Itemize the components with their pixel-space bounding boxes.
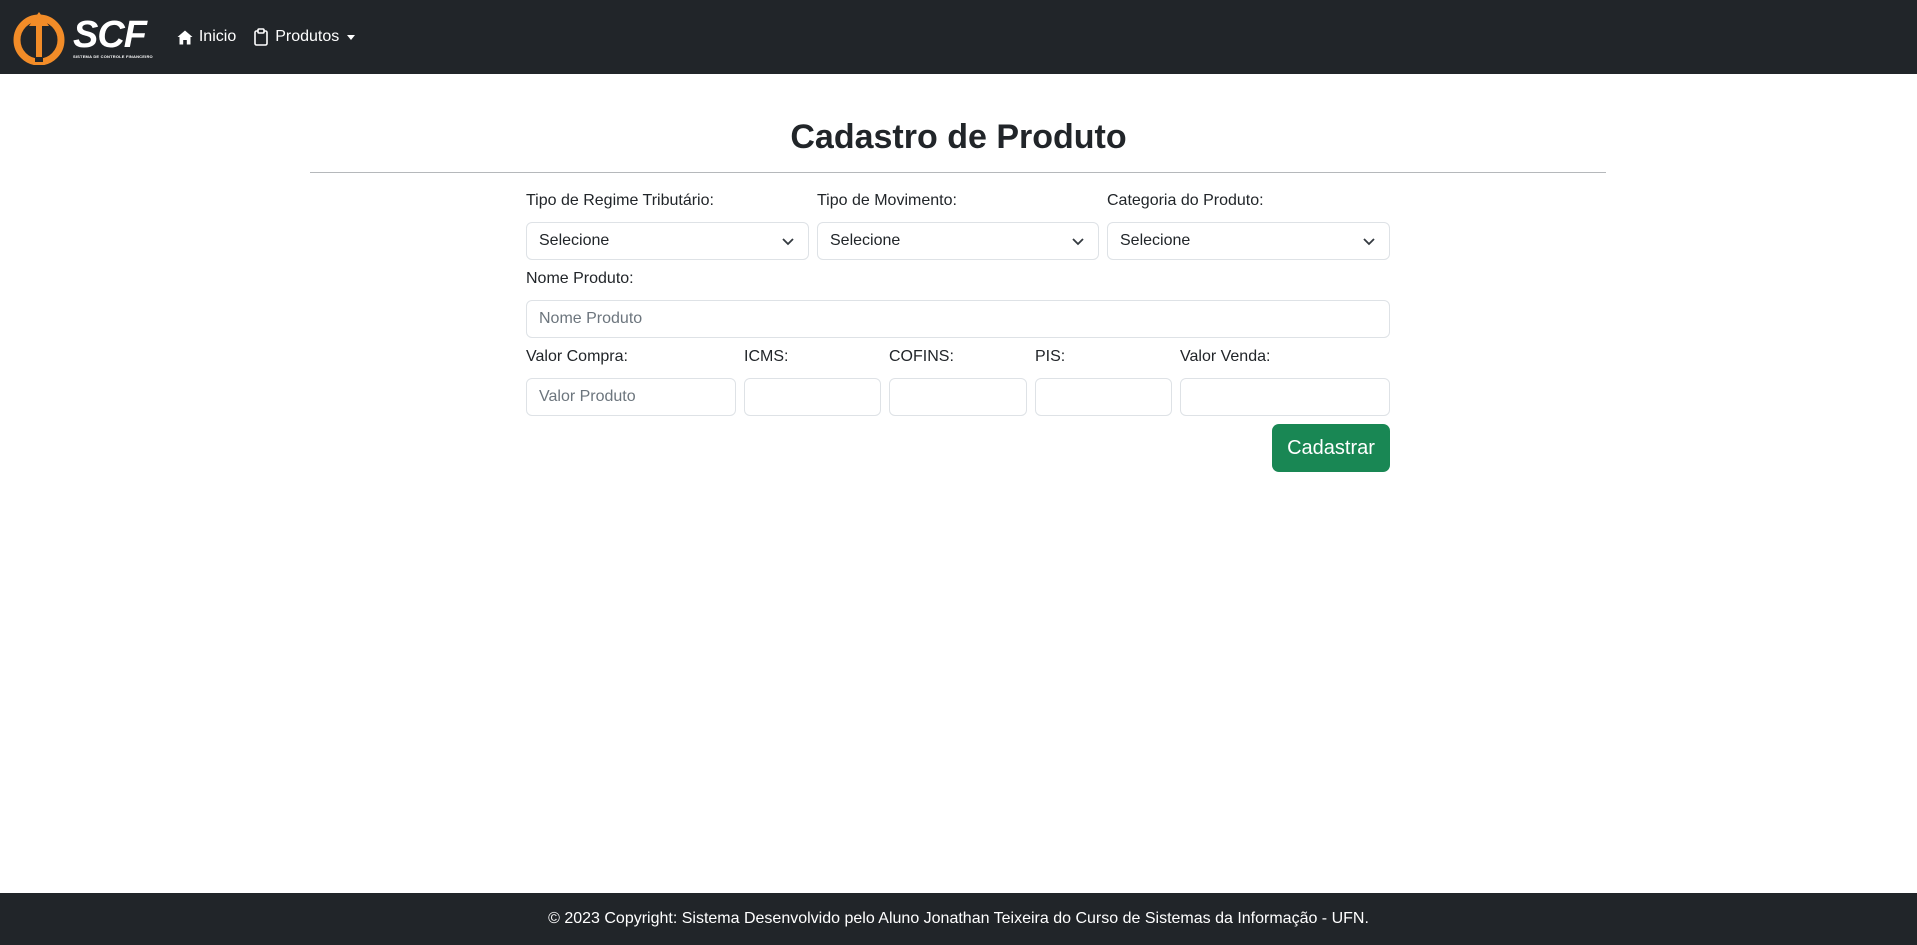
nav-home-link[interactable]: Inicio xyxy=(177,17,236,57)
brand-name: SCF xyxy=(73,13,147,56)
cofins-input[interactable] xyxy=(889,378,1027,416)
icms-label: ICMS: xyxy=(744,348,789,365)
clipboard-icon xyxy=(254,28,269,46)
title-divider xyxy=(310,172,1606,173)
caret-down-icon xyxy=(347,35,356,40)
valor-compra-input[interactable]: Valor Produto xyxy=(526,378,736,416)
regime-select[interactable]: Selecione xyxy=(526,222,809,260)
page-title: Cadastro de Produto xyxy=(790,118,1127,156)
pis-input[interactable] xyxy=(1035,378,1172,416)
brand-logo[interactable]: SCF SISTEMA DE CONTROLE FINANCEIRO xyxy=(8,9,153,65)
cofins-label: COFINS: xyxy=(889,348,954,365)
home-icon xyxy=(177,30,193,44)
categoria-select[interactable]: Selecione xyxy=(1107,222,1390,260)
movimento-select-value: Selecione xyxy=(830,232,901,249)
movimento-label: Tipo de Movimento: xyxy=(817,192,957,209)
nav-home-label: Inicio xyxy=(198,28,237,45)
cadastrar-button[interactable]: Cadastrar xyxy=(1272,424,1390,472)
nav-products-label: Produtos xyxy=(275,28,340,45)
regime-select-value: Selecione xyxy=(539,232,610,249)
chevron-down-icon xyxy=(782,238,794,246)
nome-input[interactable]: Nome Produto xyxy=(526,300,1390,338)
valor-compra-placeholder: Valor Produto xyxy=(539,388,636,405)
categoria-select-value: Selecione xyxy=(1120,232,1191,249)
regime-label: Tipo de Regime Tributário: xyxy=(526,192,714,209)
nav-products-dropdown[interactable]: Produtos xyxy=(253,17,356,57)
movimento-select[interactable]: Selecione xyxy=(817,222,1099,260)
categoria-label: Categoria do Produto: xyxy=(1107,192,1264,209)
chevron-down-icon xyxy=(1072,238,1084,246)
valor-compra-label: Valor Compra: xyxy=(526,348,628,365)
valor-venda-input[interactable] xyxy=(1180,378,1390,416)
chevron-down-icon xyxy=(1363,238,1375,246)
top-navbar: SCF SISTEMA DE CONTROLE FINANCEIRO Inici… xyxy=(0,0,1917,74)
footer: © 2023 Copyright: Sistema Desenvolvido p… xyxy=(0,893,1917,945)
icms-input[interactable] xyxy=(744,378,881,416)
logo-emblem-icon xyxy=(13,12,65,65)
nome-placeholder: Nome Produto xyxy=(539,310,643,327)
valor-venda-label: Valor Venda: xyxy=(1180,348,1271,365)
brand-tagline: SISTEMA DE CONTROLE FINANCEIRO xyxy=(73,53,153,59)
nome-label: Nome Produto: xyxy=(526,270,634,287)
footer-copyright: © 2023 Copyright: Sistema Desenvolvido p… xyxy=(548,910,1369,927)
pis-label: PIS: xyxy=(1035,348,1066,365)
